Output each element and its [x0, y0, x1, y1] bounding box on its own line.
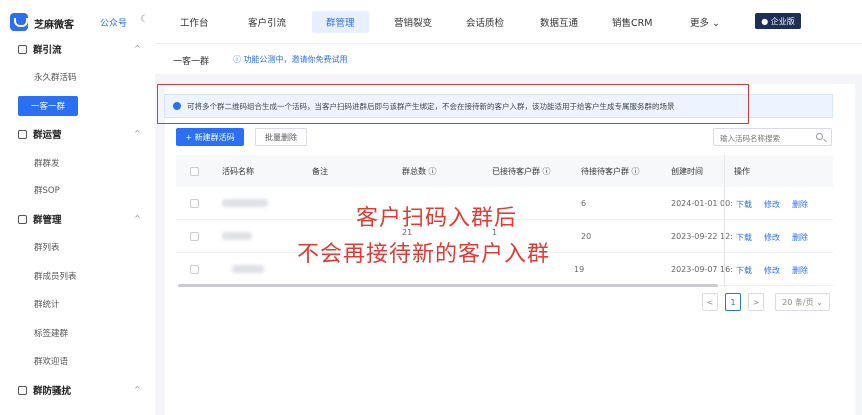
- search-input[interactable]: [720, 132, 810, 144]
- theme-toggle-icon[interactable]: ☾: [140, 14, 149, 25]
- search-icon[interactable]: [816, 133, 823, 140]
- nav-group-management[interactable]: 群管理: [312, 11, 369, 33]
- delete-link[interactable]: 删除: [792, 199, 808, 210]
- delete-link[interactable]: 删除: [792, 265, 808, 276]
- row-checkbox[interactable]: [190, 232, 199, 241]
- pending-count: 20: [581, 232, 592, 241]
- chat-icon: [18, 214, 27, 224]
- fixed-column-divider: [724, 155, 725, 287]
- annotation-highlight-box: [157, 84, 749, 124]
- annotation-line-2: 不会再接待新的客户入群: [297, 242, 551, 267]
- annotation-line-1: 客户扫码入群后: [356, 206, 518, 231]
- blurred-code-name: [222, 199, 268, 207]
- sidebar-item-permanent-code[interactable]: 永久群活码: [34, 71, 77, 83]
- nav-more[interactable]: 更多 ⌄: [690, 15, 720, 29]
- brand-name: 芝麻微客: [34, 20, 74, 31]
- horizontal-scrollbar[interactable]: [178, 284, 718, 287]
- sidebar-item-group-stats[interactable]: 群统计: [34, 298, 60, 310]
- sidebar-item-group-list[interactable]: 群列表: [34, 241, 60, 253]
- sidebar-group-group-management[interactable]: 群管理: [18, 212, 62, 226]
- sidebar-item-group-sop[interactable]: 群SOP: [34, 184, 60, 196]
- delete-link[interactable]: 删除: [792, 232, 808, 243]
- chat-icon: [18, 129, 27, 139]
- shield-icon: [18, 385, 27, 395]
- sidebar: 群引流 ^ 永久群活码 一客一群 群运营 ^ 群群发 群SOP 群管理 ^ 群列…: [0, 36, 155, 415]
- page-number-current[interactable]: 1: [725, 293, 741, 311]
- chevron-up-icon[interactable]: ^: [134, 214, 141, 223]
- pending-count: 6: [581, 199, 587, 208]
- row-checkbox[interactable]: [190, 199, 199, 208]
- official-account-link[interactable]: 公众号: [100, 16, 127, 29]
- user-group-icon: [18, 44, 27, 54]
- column-header: 活码名称: [222, 167, 254, 176]
- column-header: 操作: [734, 167, 750, 176]
- sidebar-item-welcome-message[interactable]: 群欢迎语: [34, 355, 68, 367]
- download-link[interactable]: 下载: [736, 232, 752, 243]
- pending-count: 19: [574, 265, 585, 274]
- new-group-code-button[interactable]: + 新建群活码: [176, 128, 244, 146]
- nav-session-audit[interactable]: 会话质检: [466, 15, 504, 29]
- chevron-up-icon[interactable]: ^: [134, 385, 141, 394]
- column-header: 群总数 ⓘ: [402, 167, 437, 176]
- edit-link[interactable]: 修改: [764, 232, 780, 243]
- next-page-button[interactable]: >: [748, 293, 764, 311]
- page-size-select[interactable]: 20 条/页 ⌄: [775, 293, 830, 311]
- sidebar-group-group-operation[interactable]: 群运营: [18, 127, 62, 141]
- sidebar-group-anti-harassment[interactable]: 群防骚扰: [18, 383, 71, 397]
- logo-icon: [10, 13, 28, 31]
- column-header: 创建时间: [671, 167, 703, 176]
- sidebar-item-tag-group[interactable]: 标签建群: [34, 327, 68, 339]
- nav-workbench[interactable]: 工作台: [180, 15, 209, 29]
- row-checkbox[interactable]: [190, 265, 199, 274]
- sidebar-item-member-list[interactable]: 群成员列表: [34, 270, 77, 282]
- blurred-code-name: [232, 265, 264, 273]
- sidebar-item-one-customer-one-group[interactable]: 一客一群: [18, 96, 78, 116]
- batch-delete-button[interactable]: 批量删除: [255, 128, 307, 146]
- select-all-checkbox[interactable]: [190, 167, 199, 176]
- sidebar-group-group-acquisition[interactable]: 群引流: [18, 42, 62, 56]
- column-header: 待接待客户群 ⓘ: [581, 167, 640, 176]
- edit-link[interactable]: 修改: [764, 265, 780, 276]
- download-link[interactable]: 下载: [736, 265, 752, 276]
- column-header: 备注: [312, 167, 328, 176]
- table-header: 活码名称 备注 群总数 ⓘ 已接待客户群 ⓘ 待接待客户群 ⓘ 创建时间 操作: [176, 155, 833, 187]
- enterprise-badge[interactable]: ● 企业版: [755, 13, 801, 29]
- edit-link[interactable]: 修改: [764, 199, 780, 210]
- nav-data-sync[interactable]: 数据互通: [540, 15, 578, 29]
- blurred-code-name: [222, 232, 252, 240]
- nav-sales-crm[interactable]: 销售CRM: [612, 15, 652, 29]
- download-link[interactable]: 下载: [736, 199, 752, 210]
- prev-page-button[interactable]: <: [702, 293, 718, 311]
- page-title: 一客一群: [173, 57, 210, 67]
- chevron-up-icon[interactable]: ^: [134, 44, 141, 53]
- beta-note[interactable]: ⓘ 功能公测中，邀请你免费试用: [233, 54, 348, 65]
- search-box[interactable]: [713, 128, 832, 146]
- nav-marketing[interactable]: 营销裂变: [394, 15, 432, 29]
- sidebar-item-group-broadcast[interactable]: 群群发: [34, 157, 60, 169]
- column-header: 已接待客户群 ⓘ: [492, 167, 551, 176]
- chevron-up-icon[interactable]: ^: [134, 129, 141, 138]
- page-header: 一客一群 ⓘ 功能公测中，邀请你免费试用: [155, 44, 862, 74]
- nav-customer-acquisition[interactable]: 客户引流: [248, 15, 286, 29]
